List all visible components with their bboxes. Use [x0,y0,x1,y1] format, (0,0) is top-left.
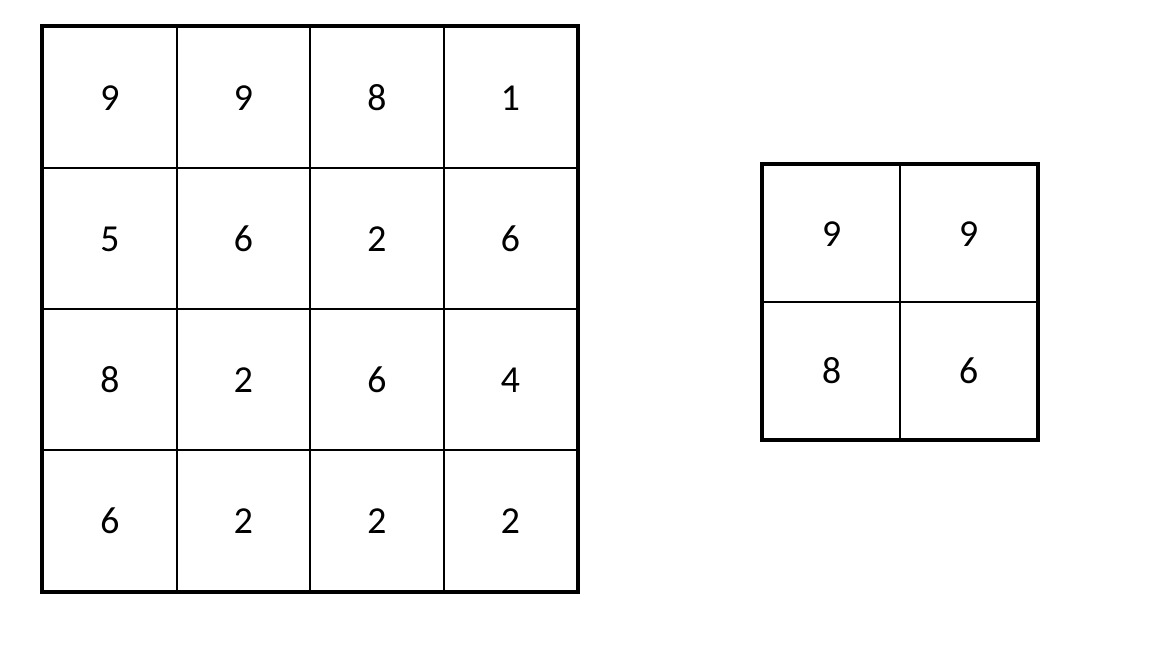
grid-cell: 5 [43,168,177,309]
grid-cell: 2 [444,450,578,591]
grid-cell: 9 [900,165,1037,302]
grid-cell: 9 [177,27,311,168]
grid-cell: 8 [43,309,177,450]
grid-cell: 2 [310,450,444,591]
grid-cell: 6 [310,309,444,450]
grid-cell: 8 [763,302,900,439]
grid-cell: 2 [310,168,444,309]
grid-cell: 6 [900,302,1037,439]
grid-cell: 6 [177,168,311,309]
grid-cell: 8 [310,27,444,168]
grid-cell: 9 [43,27,177,168]
grid-cell: 9 [763,165,900,302]
grid-cell: 4 [444,309,578,450]
grid-cell: 6 [444,168,578,309]
grid-cell: 1 [444,27,578,168]
grid-cell: 2 [177,450,311,591]
small-grid: 9 9 8 6 [760,162,1040,442]
grid-cell: 2 [177,309,311,450]
large-grid: 9 9 8 1 5 6 2 6 8 2 6 4 6 2 2 2 [40,24,580,594]
grid-cell: 6 [43,450,177,591]
